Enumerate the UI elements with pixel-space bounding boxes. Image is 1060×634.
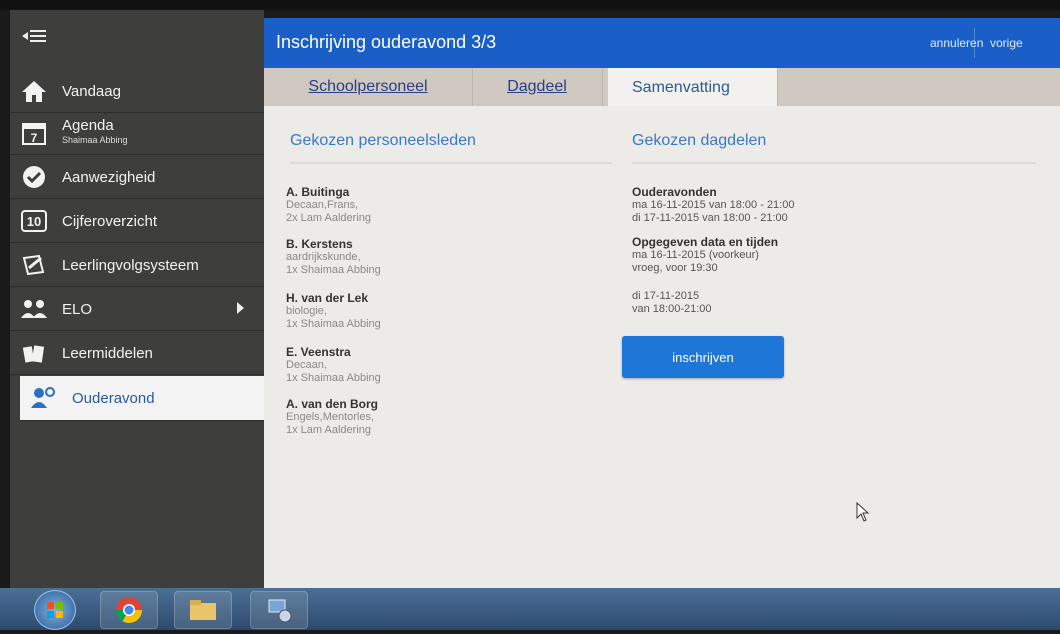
tab-samenvatting[interactable]: Samenvatting: [608, 68, 778, 108]
group-icon: [20, 295, 48, 323]
sidebar-item-sublabel: Shaimaa Abbing: [62, 135, 128, 145]
cancel-link[interactable]: annuleren: [930, 36, 983, 50]
ouderavonden-block: Ouderavonden ma 16-11-2015 van 18:00 - 2…: [632, 185, 795, 225]
list-item: E. Veenstra Decaan, 1x Shaimaa Abbing: [286, 345, 381, 385]
svg-text:10: 10: [27, 214, 41, 229]
home-icon: [20, 77, 48, 105]
opgegeven-block: Opgegeven data en tijden ma 16-11-2015 (…: [632, 235, 779, 275]
sidebar-item-aanwezigheid[interactable]: Aanwezigheid: [10, 156, 264, 199]
parents-icon: [30, 384, 58, 412]
tab-schoolpersoneel[interactable]: Schoolpersoneel: [264, 68, 473, 106]
main-content: Gekozen personeelsleden Gekozen dagdelen…: [264, 106, 1060, 588]
list-item: H. van der Lek biologie, 1x Shaimaa Abbi…: [286, 291, 381, 331]
sidebar-item-label: ELO: [62, 300, 93, 318]
sidebar: Vandaag 7 Agenda Shaimaa Abbing Aanwezig…: [10, 10, 264, 588]
section-heading-personeel: Gekozen personeelsleden: [290, 132, 612, 164]
sidebar-item-leerlingvolgsysteem[interactable]: Leerlingvolgsysteem: [10, 244, 264, 287]
list-item: A. van den Borg Engels,Mentorles, 1x Lam…: [286, 397, 379, 437]
sidebar-item-label: Leermiddelen: [62, 344, 153, 362]
sidebar-item-vandaag[interactable]: Vandaag: [10, 70, 264, 113]
svg-text:7: 7: [31, 131, 38, 145]
screen-bezel: [0, 0, 1060, 10]
sidebar-item-label: Ouderavond: [72, 389, 155, 407]
sidebar-item-leermiddelen[interactable]: Leermiddelen: [10, 332, 264, 375]
windows-taskbar: [0, 588, 1060, 630]
chevron-right-icon: [237, 302, 244, 314]
sidebar-item-agenda[interactable]: 7 Agenda Shaimaa Abbing: [10, 112, 264, 155]
calendar-icon: 7: [20, 119, 48, 147]
list-item: A. Buitinga Decaan,Frans, 2x Lam Aalderi…: [286, 185, 371, 225]
sidebar-item-cijferoverzicht[interactable]: 10 Cijferoverzicht: [10, 200, 264, 243]
tab-bar: Schoolpersoneel Dagdeel Samenvatting: [264, 68, 1060, 108]
list-item: B. Kerstens aardrijkskunde, 1x Shaimaa A…: [286, 237, 381, 277]
grade-badge-icon: 10: [20, 207, 48, 235]
sidebar-item-label: Cijferoverzicht: [62, 212, 158, 230]
page-header: Inschrijving ouderavond 3/3 annuleren vo…: [264, 18, 1060, 68]
network-app-taskbar-icon[interactable]: [250, 591, 308, 629]
sidebar-item-label: Vandaag: [62, 82, 121, 100]
sidebar-item-label: Aanwezigheid: [62, 168, 156, 186]
chrome-taskbar-icon[interactable]: [100, 591, 158, 629]
start-button-icon[interactable]: [34, 590, 76, 630]
inschrijven-button[interactable]: inschrijven: [622, 336, 784, 378]
section-heading-dagdelen: Gekozen dagdelen: [632, 132, 1036, 164]
file-explorer-taskbar-icon[interactable]: [174, 591, 232, 629]
sidebar-item-ouderavond[interactable]: Ouderavond: [20, 376, 264, 421]
tab-dagdeel[interactable]: Dagdeel: [472, 68, 603, 106]
opgegeven-block-2: di 17-11-2015 van 18:00-21:00: [632, 290, 712, 315]
previous-link[interactable]: vorige: [990, 36, 1023, 50]
mouse-cursor-icon: [856, 501, 870, 527]
notebook-pen-icon: [20, 251, 48, 279]
sidebar-item-label: Agenda: [62, 117, 114, 134]
page-title: Inschrijving ouderavond 3/3: [276, 32, 497, 52]
checkmark-icon: [20, 163, 48, 191]
sidebar-item-elo[interactable]: ELO: [10, 288, 264, 331]
books-icon: [20, 339, 48, 367]
menu-collapse-icon[interactable]: [22, 28, 50, 46]
sidebar-item-label: Leerlingvolgsysteem: [62, 256, 199, 274]
